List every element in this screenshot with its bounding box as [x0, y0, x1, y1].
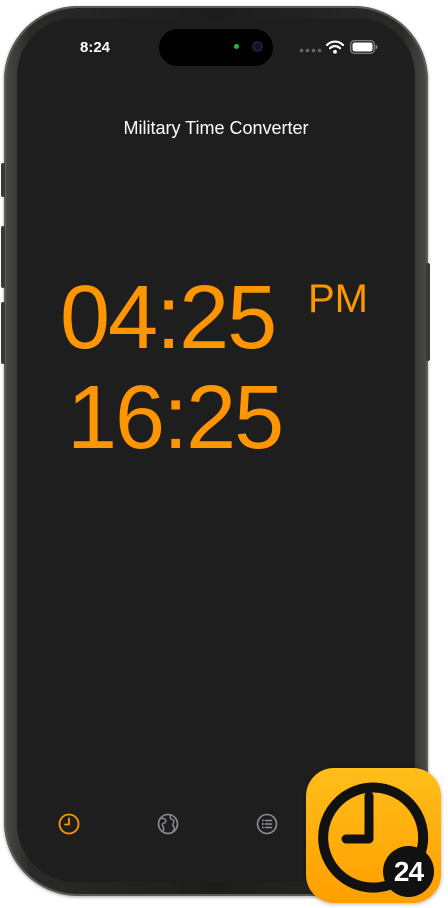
- wifi-icon: [326, 40, 344, 54]
- tab-list[interactable]: [255, 812, 279, 836]
- volume-down-button: [1, 302, 5, 364]
- tab-clock[interactable]: [57, 812, 81, 836]
- time-24-hour-display: 16:25: [67, 368, 284, 468]
- globe-icon: [157, 813, 179, 835]
- status-bar-time: 8:24: [79, 39, 111, 56]
- app-icon: 24: [306, 768, 441, 903]
- power-button: [426, 263, 430, 361]
- am-pm-indicator: PM: [308, 277, 368, 321]
- front-camera-icon: [252, 41, 263, 52]
- dynamic-island: [159, 29, 273, 66]
- tab-world[interactable]: [156, 812, 180, 836]
- action-button: [1, 163, 5, 197]
- screen: 8:24 Military Time Converter 04:25 PM 16…: [17, 18, 415, 882]
- time-12-hour-display: 04:25: [60, 268, 277, 368]
- battery-icon: [350, 40, 378, 54]
- volume-up-button: [1, 226, 5, 288]
- privacy-indicator-icon: [234, 44, 239, 49]
- app-title: Military Time Converter: [123, 118, 309, 138]
- list-icon: [256, 813, 278, 835]
- clock-icon: [58, 813, 80, 835]
- cellular-signal-icon: [299, 48, 322, 53]
- 24-badge: 24: [383, 846, 434, 897]
